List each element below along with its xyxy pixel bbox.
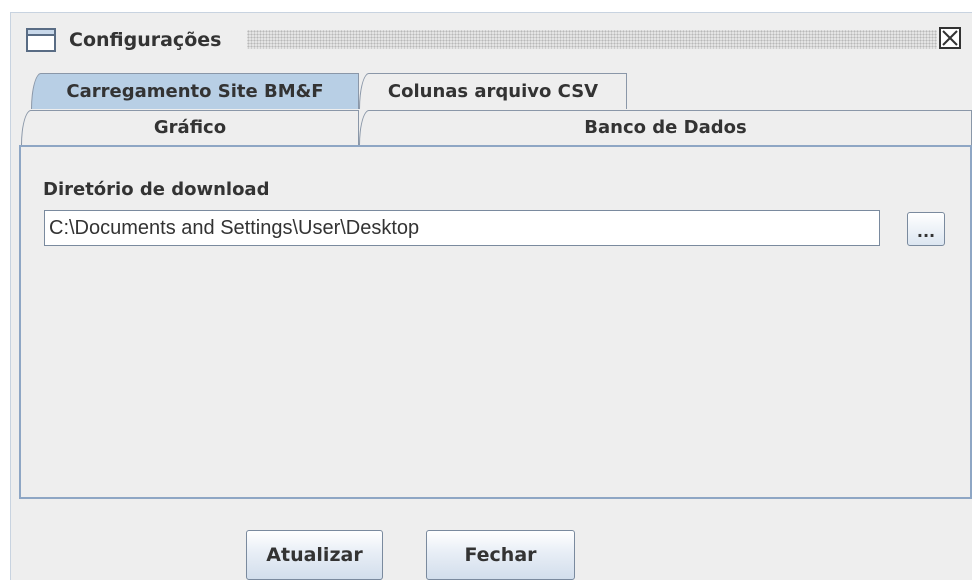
tab-banco-de-dados[interactable]: Banco de Dados <box>359 110 972 145</box>
tab-colunas-csv[interactable]: Colunas arquivo CSV <box>359 73 627 109</box>
window-icon <box>26 28 56 52</box>
update-button[interactable]: Atualizar <box>246 530 383 580</box>
title-bar[interactable]: Configurações <box>11 13 972 57</box>
close-button[interactable]: Fechar <box>426 530 575 580</box>
browse-button[interactable]: ... <box>907 212 945 246</box>
tab-carregamento-site[interactable]: Carregamento Site BM&F <box>31 73 359 109</box>
close-icon[interactable] <box>939 27 961 49</box>
window-title: Configurações <box>69 29 222 51</box>
tab-grafico[interactable]: Gráfico <box>21 110 359 145</box>
download-directory-input[interactable] <box>44 210 880 246</box>
title-bar-grip[interactable] <box>247 30 937 49</box>
download-directory-label: Diretório de download <box>43 179 270 200</box>
settings-dialog: Configurações Carregamento Site BM&F Col… <box>10 12 972 580</box>
